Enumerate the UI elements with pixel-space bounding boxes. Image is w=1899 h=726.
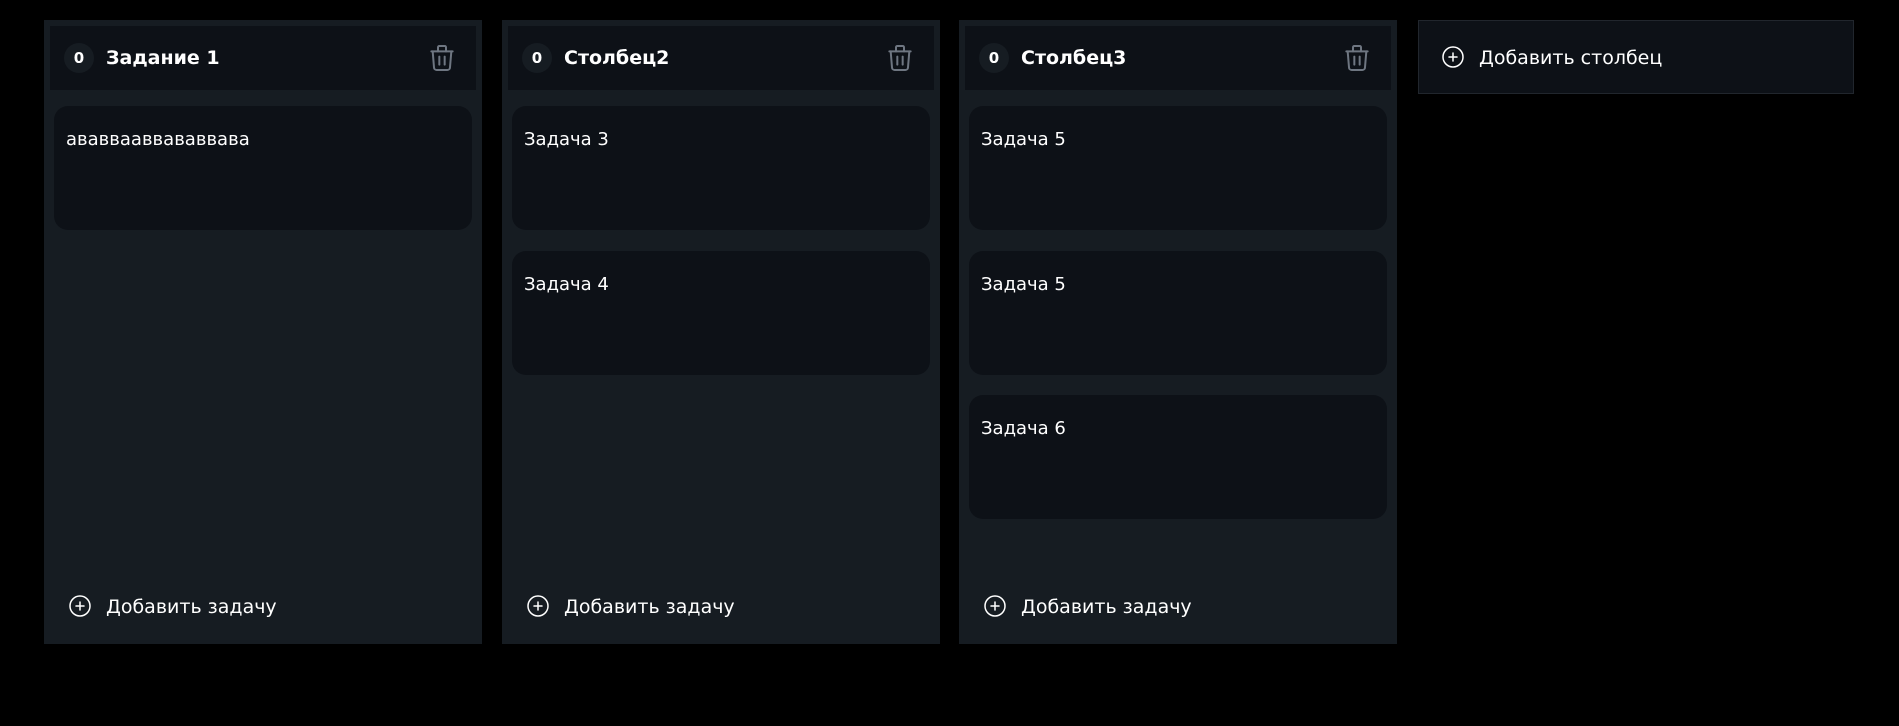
column-title[interactable]: Задание 1 <box>106 45 220 71</box>
trash-icon[interactable] <box>1341 42 1373 74</box>
task-content: Задача 5 <box>981 274 1066 295</box>
column-header[interactable]: 0 Столбец3 <box>965 26 1391 90</box>
add-column-button[interactable]: Добавить столбец <box>1418 20 1854 94</box>
column: 0 Столбец3 Задача 5 Задача 5 Задача 6 До… <box>959 20 1397 644</box>
kanban-board: 0 Задание 1 ававвааввававвава Добавить з… <box>0 0 1899 726</box>
column-header[interactable]: 0 Задание 1 <box>50 26 476 90</box>
add-task-label: Добавить задачу <box>1021 596 1192 618</box>
task-count-badge: 0 <box>64 43 94 73</box>
task-content: Задача 4 <box>524 274 609 295</box>
column-title[interactable]: Столбец2 <box>564 45 669 71</box>
task-content: Задача 3 <box>524 129 609 150</box>
column-title[interactable]: Столбец3 <box>1021 45 1126 71</box>
task-count-badge: 0 <box>979 43 1009 73</box>
plus-circle-icon <box>984 595 1006 617</box>
task-card[interactable]: Задача 3 <box>512 106 930 230</box>
task-content: Задача 6 <box>981 418 1066 439</box>
task-card[interactable]: Задача 5 <box>969 106 1387 230</box>
add-task-label: Добавить задачу <box>106 596 277 618</box>
task-card[interactable]: Задача 6 <box>969 395 1387 519</box>
add-task-label: Добавить задачу <box>564 596 735 618</box>
task-card[interactable]: Задача 5 <box>969 251 1387 375</box>
plus-circle-icon <box>69 595 91 617</box>
column-header[interactable]: 0 Столбец2 <box>508 26 934 90</box>
column: 0 Столбец2 Задача 3 Задача 4 Добавить за… <box>502 20 940 644</box>
plus-circle-icon <box>527 595 549 617</box>
plus-circle-icon <box>1442 46 1464 68</box>
trash-icon[interactable] <box>884 42 916 74</box>
trash-icon[interactable] <box>426 42 458 74</box>
column: 0 Задание 1 ававвааввававвава Добавить з… <box>44 20 482 644</box>
task-count-badge: 0 <box>522 43 552 73</box>
task-content: ававвааввававвава <box>66 129 250 150</box>
task-card[interactable]: Задача 4 <box>512 251 930 375</box>
add-column-label: Добавить столбец <box>1479 47 1663 69</box>
task-card[interactable]: ававвааввававвава <box>54 106 472 230</box>
task-content: Задача 5 <box>981 129 1066 150</box>
